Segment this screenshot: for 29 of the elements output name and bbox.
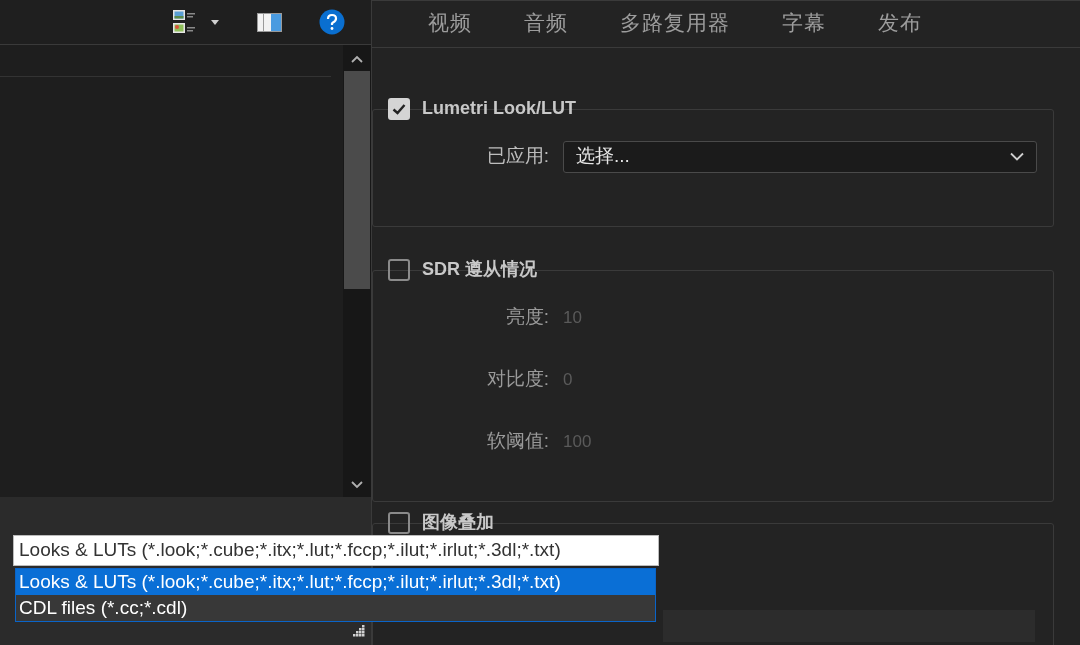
file-type-option[interactable]: CDL files (*.cc;*.cdl)	[16, 595, 655, 621]
tab[interactable]: 视频	[428, 1, 472, 47]
scrollbar[interactable]	[343, 45, 371, 497]
tab[interactable]: 字幕	[782, 1, 826, 47]
file-type-option[interactable]: Looks & LUTs (*.look;*.cube;*.itx;*.lut;*.fccp;*.ilut;*.irlut;*.3dl;*.txt)	[16, 569, 655, 595]
preview-pane-icon[interactable]	[257, 12, 282, 32]
help-icon[interactable]	[319, 9, 345, 35]
field-label: 软阈值:	[485, 429, 550, 454]
view-thumbnails-icon[interactable]	[172, 9, 198, 35]
section-title: 图像叠加	[422, 511, 494, 534]
scrollbar-thumb[interactable]	[344, 71, 370, 289]
field-label: 已应用:	[485, 144, 550, 169]
checkmark-icon	[392, 102, 406, 115]
chevron-up-icon[interactable]	[351, 55, 363, 63]
chevron-down-icon[interactable]	[351, 481, 363, 489]
tab[interactable]: 音频	[524, 1, 568, 47]
section-title: Lumetri Look/LUT	[422, 97, 576, 120]
tab[interactable]: 多路复用器	[620, 1, 730, 47]
tab[interactable]: 发布	[878, 1, 922, 47]
resize-grip-icon[interactable]	[353, 625, 366, 638]
field-label: 亮度:	[504, 305, 550, 330]
checkbox[interactable]	[388, 511, 410, 534]
caret-down-icon[interactable]	[211, 19, 219, 25]
field-label: 对比度:	[485, 367, 550, 392]
file-type-combobox[interactable]: Looks & LUTs (*.look;*.cube;*.itx;*.lut;*.fccp;*.ilut;*.irlut;*.3dl;*.txt)	[13, 535, 659, 566]
chevron-down-icon	[1010, 152, 1024, 161]
look-select[interactable]: 选择...	[563, 140, 1037, 173]
checkbox[interactable]	[388, 258, 410, 281]
section-title: SDR 遵从情况	[422, 258, 537, 281]
